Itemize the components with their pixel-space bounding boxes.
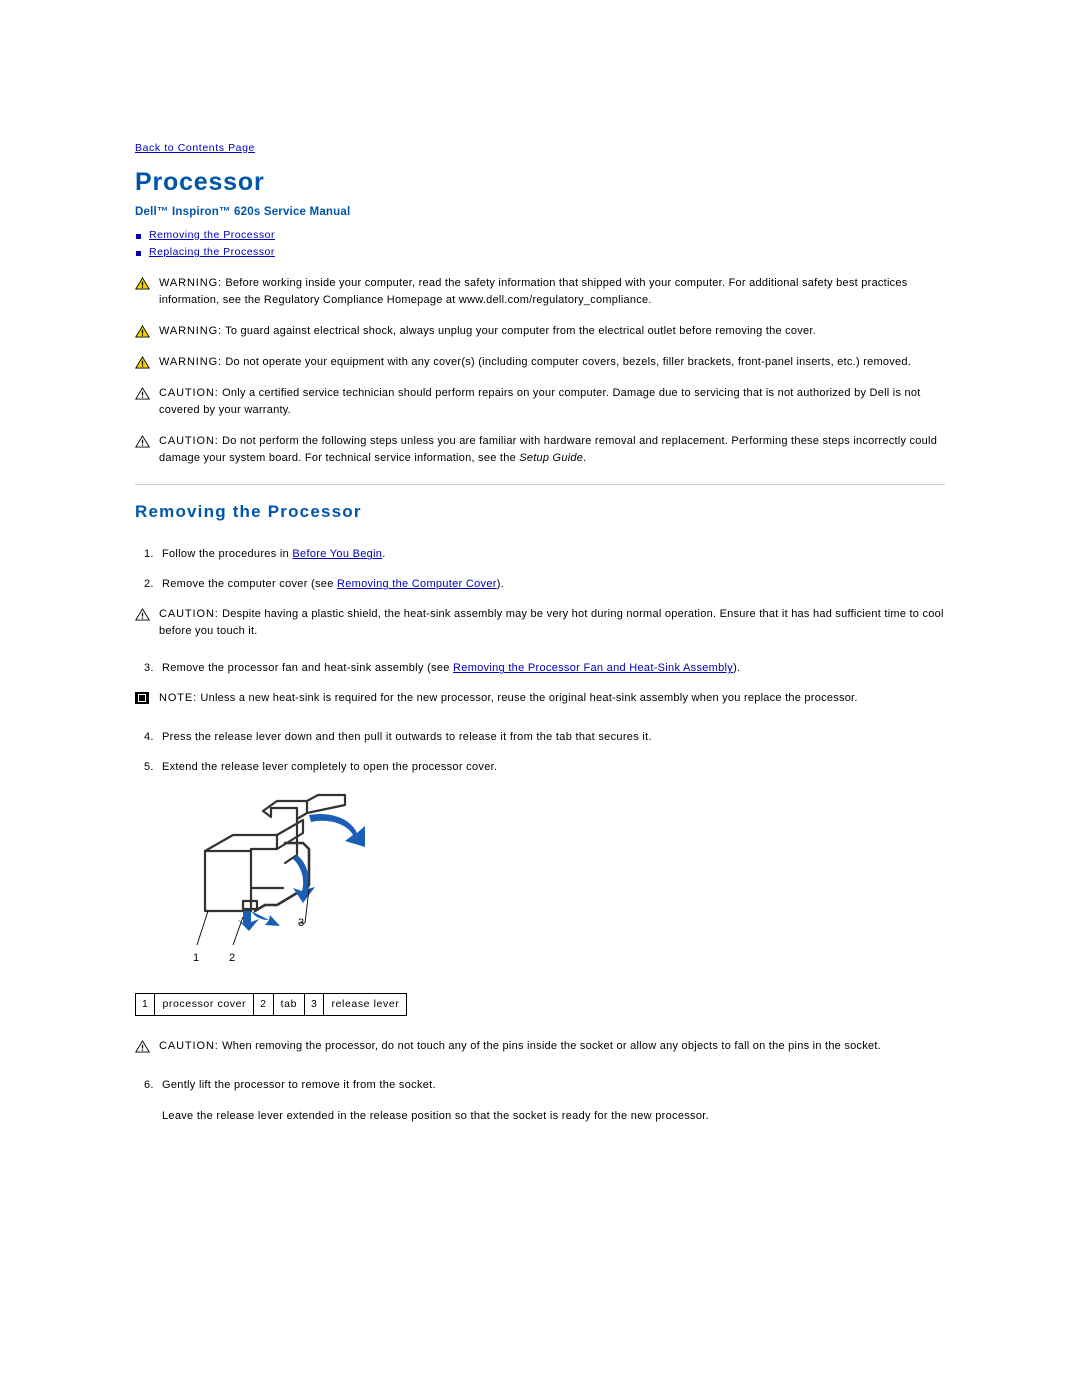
notice-body: When removing the processor, do not touc… bbox=[218, 1040, 881, 1053]
notice-body: Before working inside your computer, rea… bbox=[159, 277, 908, 307]
legend-number-2: 2 bbox=[254, 994, 274, 1016]
notice-italic: Setup Guide bbox=[519, 452, 584, 465]
warning-triangle-icon bbox=[135, 356, 150, 369]
processor-socket-diagram: 1 2 3 bbox=[135, 793, 945, 973]
notice-keyword: WARNING: bbox=[159, 356, 223, 369]
caution-notice-2: CAUTION: Do not perform the following st… bbox=[135, 433, 945, 467]
page-title: Processor bbox=[135, 168, 265, 196]
legend-label-3: release lever bbox=[331, 998, 400, 1011]
warning-triangle-icon bbox=[135, 1040, 150, 1053]
step-number: 1. bbox=[144, 548, 154, 561]
warning-notice-3: WARNING: Do not operate your equipment w… bbox=[135, 354, 945, 371]
step-text-after: ). bbox=[733, 662, 741, 675]
divider bbox=[135, 484, 945, 486]
steps-list-3: 4. Press the release lever down and then… bbox=[135, 729, 945, 775]
list-item: 3. Remove the processor fan and heat-sin… bbox=[135, 660, 945, 677]
legend-label-2: tab bbox=[274, 994, 306, 1016]
list-item: 5. Extend the release lever completely t… bbox=[135, 759, 945, 776]
legend-number-3: 3 bbox=[305, 994, 325, 1016]
list-item: 1. Follow the procedures in Before You B… bbox=[135, 546, 945, 563]
caution-notice-heatsink: CAUTION: Despite having a plastic shield… bbox=[135, 606, 945, 640]
notice-keyword: WARNING: bbox=[159, 277, 223, 289]
legend-number-1: 1 bbox=[136, 994, 156, 1016]
caution-notice-1-text: CAUTION: Only a certified service techni… bbox=[159, 385, 945, 419]
link-removing-processor-fan-heatsink[interactable]: Removing the Processor Fan and Heat-Sink… bbox=[453, 662, 733, 674]
callout-3: 3 bbox=[298, 917, 304, 929]
step-text: Extend the release lever completely to o… bbox=[162, 760, 498, 773]
warning-notice-3-text: WARNING: Do not operate your equipment w… bbox=[159, 354, 945, 371]
step-number: 2. bbox=[144, 577, 154, 590]
notice-keyword: CAUTION: bbox=[159, 1040, 219, 1053]
document-page: Back to Contents Page Processor Dell™ In… bbox=[0, 0, 1080, 1397]
caution-notice-heatsink-text: CAUTION: Despite having a plastic shield… bbox=[159, 606, 945, 640]
processor-socket-illustration: 1 2 3 bbox=[193, 793, 365, 964]
section-links-list: Removing the Processor Replacing the Pro… bbox=[135, 228, 945, 262]
notice-keyword: WARNING: bbox=[159, 325, 223, 338]
closing-paragraph: Leave the release lever extended in the … bbox=[162, 1109, 709, 1122]
step-number: 5. bbox=[144, 760, 154, 773]
step-number: 4. bbox=[144, 731, 154, 744]
step-number: 3. bbox=[144, 662, 154, 675]
notice-body: To guard against electrical shock, alway… bbox=[222, 325, 817, 338]
warning-notice-1-text: WARNING: Before working inside your comp… bbox=[159, 275, 945, 309]
notice-body: Unless a new heat-sink is required for t… bbox=[197, 691, 858, 704]
step-text: Remove the computer cover (see bbox=[162, 577, 337, 590]
link-replacing-the-processor[interactable]: Replacing the Processor bbox=[149, 246, 275, 258]
step-text: Follow the procedures in bbox=[162, 548, 293, 561]
warning-triangle-icon bbox=[135, 387, 150, 400]
notice-keyword: CAUTION: bbox=[159, 435, 219, 448]
legend-label-1: processor cover bbox=[155, 994, 255, 1016]
notice-body-after: . bbox=[583, 452, 587, 465]
warning-triangle-icon bbox=[135, 325, 150, 338]
step-text-after: ). bbox=[496, 577, 505, 590]
callout-1: 1 bbox=[193, 952, 199, 964]
link-removing-the-computer-cover[interactable]: Removing the Computer Cover bbox=[337, 578, 497, 590]
notice-body: Despite having a plastic shield, the hea… bbox=[159, 608, 944, 638]
list-item[interactable]: Replacing the Processor bbox=[135, 245, 945, 261]
note-notice: NOTE: Unless a new heat-sink is required… bbox=[135, 690, 945, 707]
step-number: 6. bbox=[144, 1079, 154, 1092]
document-content: Back to Contents Page Processor Dell™ In… bbox=[135, 138, 945, 1124]
section-heading-removing-processor: Removing the Processor bbox=[135, 502, 362, 522]
step-text: Press the release lever down and then pu… bbox=[162, 731, 652, 744]
list-item: 4. Press the release lever down and then… bbox=[135, 729, 945, 746]
step-text: Remove the processor fan and heat-sink a… bbox=[162, 662, 454, 675]
list-item[interactable]: Removing the Processor bbox=[135, 228, 945, 244]
notice-body: Do not operate your equipment with any c… bbox=[222, 356, 912, 369]
notice-body: Only a certified service technician shou… bbox=[159, 387, 921, 417]
notice-keyword: NOTE: bbox=[159, 691, 198, 704]
steps-list-1: 1. Follow the procedures in Before You B… bbox=[135, 546, 945, 592]
warning-notice-2-text: WARNING: To guard against electrical sho… bbox=[159, 323, 945, 340]
callout-2: 2 bbox=[229, 952, 235, 964]
figure-legend-table: 1 processor cover 2 tab 3 release lever bbox=[135, 993, 408, 1017]
list-item: 2. Remove the computer cover (see Removi… bbox=[135, 576, 945, 593]
link-before-you-begin[interactable]: Before You Begin bbox=[292, 548, 382, 560]
warning-notice-1: WARNING: Before working inside your comp… bbox=[135, 275, 945, 309]
back-to-contents-link[interactable]: Back to Contents Page bbox=[135, 142, 255, 154]
caution-notice-2-text: CAUTION: Do not perform the following st… bbox=[159, 433, 945, 467]
manual-subtitle: Dell™ Inspiron™ 620s Service Manual bbox=[135, 205, 351, 218]
note-icon bbox=[135, 691, 150, 704]
notice-keyword: CAUTION: bbox=[159, 608, 219, 621]
warning-triangle-icon bbox=[135, 435, 150, 448]
warning-notice-2: WARNING: To guard against electrical sho… bbox=[135, 323, 945, 340]
steps-list-2: 3. Remove the processor fan and heat-sin… bbox=[135, 660, 945, 677]
warning-triangle-icon bbox=[135, 608, 150, 621]
step-text-after: . bbox=[382, 548, 386, 561]
caution-notice-pins: CAUTION: When removing the processor, do… bbox=[135, 1038, 945, 1055]
link-removing-the-processor[interactable]: Removing the Processor bbox=[149, 229, 275, 241]
warning-triangle-icon bbox=[135, 277, 150, 290]
list-item: 6. Gently lift the processor to remove i… bbox=[135, 1077, 945, 1094]
notice-keyword: CAUTION: bbox=[159, 387, 219, 400]
note-notice-text: NOTE: Unless a new heat-sink is required… bbox=[159, 690, 945, 707]
steps-list-4: 6. Gently lift the processor to remove i… bbox=[135, 1077, 945, 1094]
step-text: Gently lift the processor to remove it f… bbox=[162, 1079, 436, 1092]
caution-notice-pins-text: CAUTION: When removing the processor, do… bbox=[159, 1038, 945, 1055]
caution-notice-1: CAUTION: Only a certified service techni… bbox=[135, 385, 945, 419]
